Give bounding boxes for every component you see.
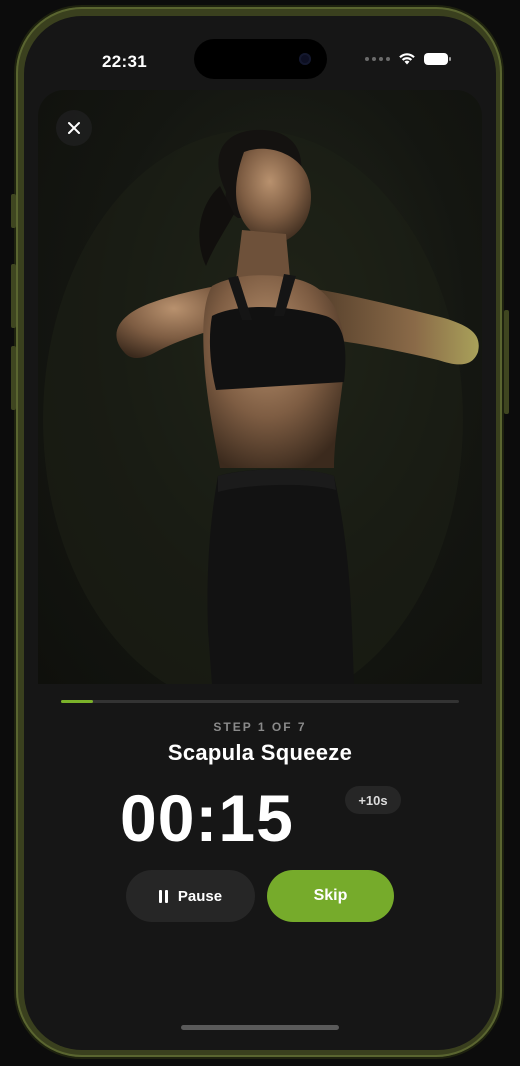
dynamic-island (194, 39, 327, 79)
status-time: 22:31 (102, 52, 147, 71)
close-button[interactable] (56, 110, 92, 146)
exercise-figure (43, 129, 479, 684)
exercise-title: Scapula Squeeze (167, 740, 353, 765)
workout-progress-fill (61, 700, 93, 703)
wifi-icon (399, 53, 415, 65)
status-bar: 22:31 (24, 16, 496, 96)
status-icons (365, 52, 451, 65)
exercise-image (38, 90, 482, 684)
workout-progress-bar (61, 700, 459, 703)
app-screen: 22:31 STEP 1 OF 7 Scapula Squeeze 00:15 … (24, 16, 496, 1050)
add-time-button[interactable]: +10s (345, 786, 401, 814)
pause-button-label: Pause (177, 887, 223, 905)
pause-button[interactable]: Pause (126, 870, 255, 922)
skip-button[interactable]: Skip (267, 870, 394, 922)
phone-volume-down (11, 346, 16, 410)
front-camera (299, 53, 311, 65)
battery-icon (424, 52, 451, 65)
phone-side-button (11, 194, 16, 228)
home-indicator[interactable] (181, 1025, 339, 1030)
phone-power-button (504, 310, 509, 414)
step-indicator: STEP 1 OF 7 (213, 720, 307, 734)
close-icon (68, 122, 80, 134)
phone-volume-up (11, 264, 16, 328)
countdown-timer: 00:15 (120, 781, 294, 855)
cellular-dots-icon (365, 56, 390, 61)
pause-icon (158, 889, 168, 903)
